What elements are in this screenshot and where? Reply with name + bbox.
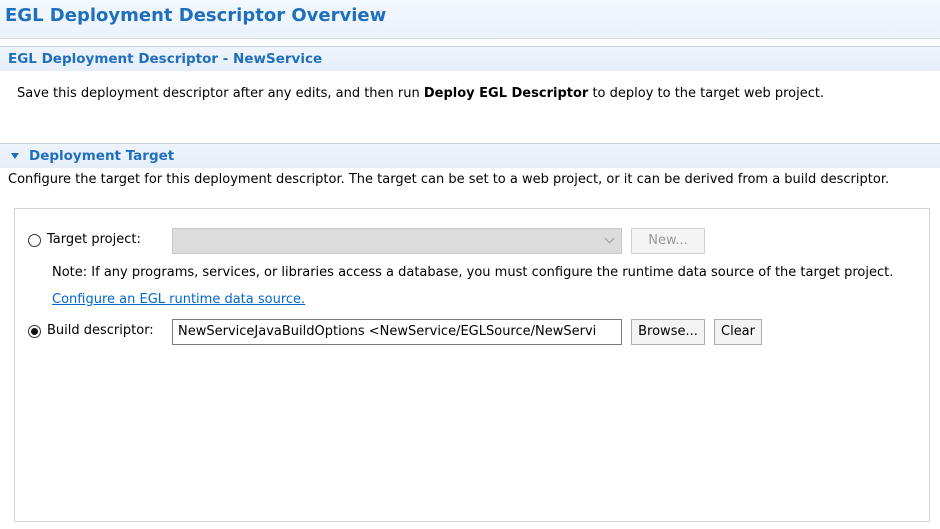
chevron-down-icon[interactable] bbox=[604, 233, 615, 244]
target-project-label: Target project: bbox=[47, 232, 141, 247]
deployment-target-description: Configure the target for this deployment… bbox=[8, 172, 890, 187]
descriptor-description-post: to deploy to the target web project. bbox=[588, 86, 825, 101]
deployment-target-section-header[interactable]: Deployment Target bbox=[0, 143, 940, 168]
clear-button[interactable]: Clear bbox=[714, 319, 762, 345]
page-title: EGL Deployment Descriptor Overview bbox=[5, 5, 387, 26]
radio-selected-dot bbox=[31, 328, 38, 335]
build-descriptor-radio[interactable] bbox=[28, 325, 41, 338]
configure-runtime-data-source-link[interactable]: Configure an EGL runtime data source. bbox=[52, 292, 305, 307]
deploy-command-name: Deploy EGL Descriptor bbox=[423, 86, 589, 101]
descriptor-description: Save this deployment descriptor after an… bbox=[17, 86, 824, 101]
target-project-radio[interactable] bbox=[28, 234, 41, 247]
deployment-target-section-title[interactable]: Deployment Target bbox=[29, 148, 174, 164]
target-project-combo[interactable] bbox=[172, 228, 622, 254]
expand-triangle-icon[interactable] bbox=[11, 153, 19, 159]
descriptor-section-title: EGL Deployment Descriptor - NewService bbox=[8, 51, 323, 67]
new-target-project-button[interactable]: New... bbox=[631, 228, 705, 254]
editor-header: EGL Deployment Descriptor Overview bbox=[0, 0, 940, 39]
build-descriptor-label: Build descriptor: bbox=[47, 323, 154, 338]
build-descriptor-field[interactable]: NewServiceJavaBuildOptions <NewService/E… bbox=[172, 319, 622, 345]
deployment-target-panel bbox=[14, 208, 930, 522]
database-note: Note: If any programs, services, or libr… bbox=[52, 265, 894, 280]
descriptor-description-pre: Save this deployment descriptor after an… bbox=[17, 86, 424, 101]
descriptor-section-header: EGL Deployment Descriptor - NewService bbox=[0, 46, 940, 71]
browse-button[interactable]: Browse... bbox=[631, 319, 705, 345]
